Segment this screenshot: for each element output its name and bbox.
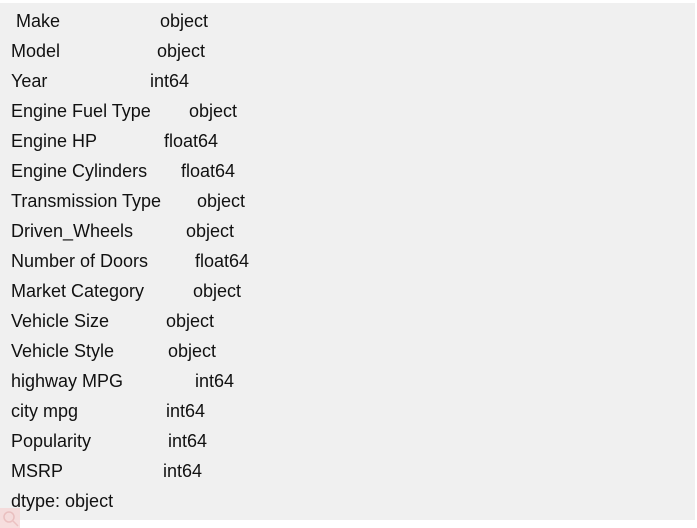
column-dtype: object	[186, 221, 235, 241]
dtype-row: MSRP int64	[0, 456, 695, 486]
column-name: MSRP	[11, 461, 64, 481]
dtype-row: city mpg int64	[0, 396, 695, 426]
dtype-row: Engine Fuel Type object	[0, 96, 695, 126]
column-dtype: object	[189, 101, 238, 121]
column-name: Vehicle Style	[11, 341, 115, 361]
dtype-row: highway MPG int64	[0, 366, 695, 396]
column-name: Driven_Wheels	[11, 221, 134, 241]
dtype-row: Engine HP float64	[0, 126, 695, 156]
column-dtype: int64	[163, 461, 203, 481]
column-dtype: int64	[195, 371, 235, 391]
dtype-footer: dtype: object	[0, 486, 695, 516]
column-name: Year	[11, 71, 48, 91]
column-name: Number of Doors	[11, 251, 149, 271]
column-dtype: float64	[164, 131, 219, 151]
column-dtype: float64	[195, 251, 250, 271]
search-icon	[0, 508, 20, 528]
column-dtype: int64	[150, 71, 190, 91]
column-name: Transmission Type	[11, 191, 162, 211]
column-name: highway MPG	[11, 371, 124, 391]
column-name: Engine Cylinders	[11, 161, 148, 181]
column-dtype: object	[168, 341, 217, 361]
column-dtype: object	[166, 311, 215, 331]
column-name: Make	[11, 11, 61, 31]
column-dtype: object	[197, 191, 246, 211]
column-dtype: object	[157, 41, 206, 61]
column-dtype: float64	[181, 161, 236, 181]
dtype-row: Year int64	[0, 66, 695, 96]
dtype-row: Transmission Type object	[0, 186, 695, 216]
column-name: Vehicle Size	[11, 311, 110, 331]
dtype-row: Model object	[0, 36, 695, 66]
column-name: Engine Fuel Type	[11, 101, 151, 121]
dtype-row: Number of Doors float64	[0, 246, 695, 276]
dtype-row: Make object	[0, 6, 695, 36]
dtype-row: Vehicle Size object	[0, 306, 695, 336]
column-dtype: object	[160, 11, 209, 31]
column-name: Model	[11, 41, 61, 61]
dtype-row: Vehicle Style object	[0, 336, 695, 366]
dtype-row: Popularity int64	[0, 426, 695, 456]
column-name: Market Category	[11, 281, 145, 301]
dtype-row: Market Category object	[0, 276, 695, 306]
dtype-row: Driven_Wheels object	[0, 216, 695, 246]
column-dtype: int64	[166, 401, 206, 421]
column-dtype: int64	[168, 431, 208, 451]
dtype-row: Engine Cylinders float64	[0, 156, 695, 186]
column-dtype: object	[193, 281, 242, 301]
column-name: Popularity	[11, 431, 92, 451]
column-name: city mpg	[11, 401, 79, 421]
dtypes-output-panel: Make object Model object Year int64 Engi…	[0, 3, 695, 520]
column-name: Engine HP	[11, 131, 98, 151]
dtype-summary: dtype: object	[11, 491, 114, 511]
